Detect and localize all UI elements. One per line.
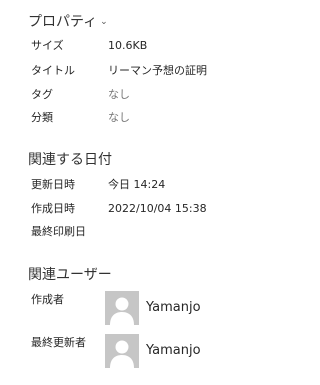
properties-title: プロパティ <box>28 14 98 30</box>
date-label: 作成日時 <box>31 202 75 215</box>
author-row: 作成者 Yamanjo <box>31 291 271 331</box>
property-label: タイトル <box>31 64 75 77</box>
author-name[interactable]: Yamanjo <box>146 300 201 315</box>
author-label: 作成者 <box>31 293 64 306</box>
property-row-category[interactable]: 分類 なし <box>31 109 271 127</box>
date-row-created: 作成日時 2022/10/04 15:38 <box>31 200 271 218</box>
user-silhouette-icon <box>110 297 134 325</box>
related-dates-title: 関連する日付 <box>28 152 112 168</box>
property-label: サイズ <box>31 39 64 52</box>
last-modified-by-name[interactable]: Yamanjo <box>146 343 201 358</box>
date-row-modified: 更新日時 今日 14:24 <box>31 176 271 194</box>
chevron-down-icon[interactable]: ⌄ <box>100 17 108 27</box>
date-label: 更新日時 <box>31 178 75 191</box>
property-row-size: サイズ 10.6KB <box>31 37 271 55</box>
properties-header[interactable]: プロパティ ⌄ <box>28 11 108 31</box>
property-value[interactable]: リーマン予想の証明 <box>108 62 207 80</box>
avatar <box>105 334 139 368</box>
date-label: 最終印刷日 <box>31 225 86 238</box>
property-value[interactable]: なし <box>108 86 130 104</box>
property-row-tags[interactable]: タグ なし <box>31 86 271 104</box>
date-value: 2022/10/04 15:38 <box>108 202 207 215</box>
user-silhouette-icon <box>110 340 134 368</box>
related-users-title: 関連ユーザー <box>28 267 112 283</box>
avatar <box>105 291 139 325</box>
related-users-header: 関連ユーザー <box>28 264 112 284</box>
last-modified-by-label: 最終更新者 <box>31 336 86 349</box>
property-row-title[interactable]: タイトル リーマン予想の証明 <box>31 62 271 80</box>
date-row-last-printed: 最終印刷日 <box>31 223 271 241</box>
property-value: 10.6KB <box>108 39 148 52</box>
related-dates-header: 関連する日付 <box>28 149 112 169</box>
property-label: タグ <box>31 88 53 101</box>
last-modified-by-row: 最終更新者 Yamanjo <box>31 334 271 374</box>
property-value[interactable]: なし <box>108 109 130 127</box>
date-value: 今日 14:24 <box>108 178 166 191</box>
property-label: 分類 <box>31 111 53 124</box>
